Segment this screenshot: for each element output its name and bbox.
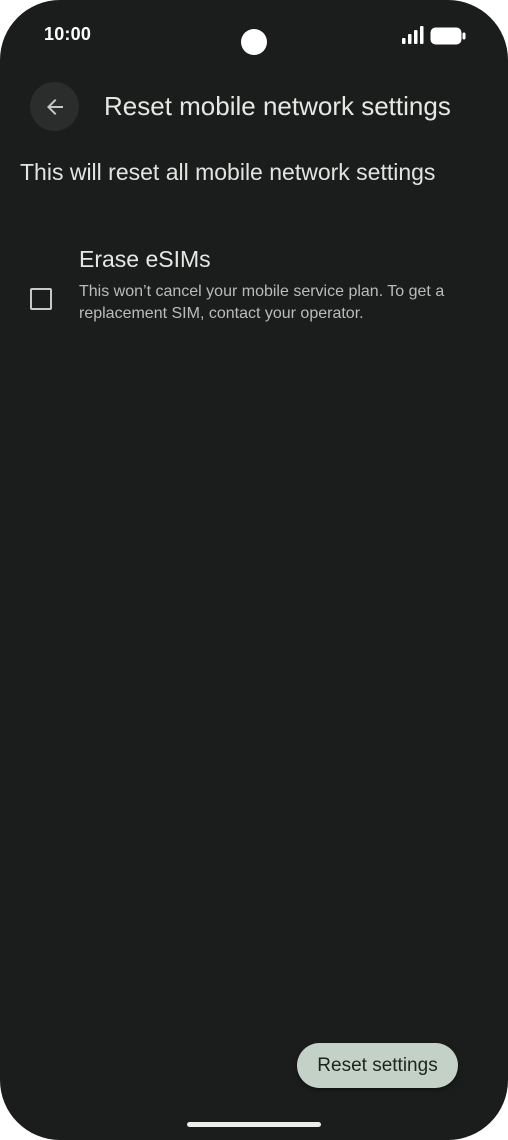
page-title: Reset mobile network settings <box>104 91 451 121</box>
camera-cutout <box>241 29 267 55</box>
description-text: This will reset all mobile network setti… <box>20 159 436 185</box>
status-time: 10:00 <box>44 24 92 44</box>
option-subtitle: This won’t cancel your mobile service pl… <box>79 283 445 322</box>
battery-icon <box>430 27 466 45</box>
reset-settings-button[interactable]: Reset settings <box>297 1043 458 1088</box>
app-bar: Reset mobile network settings <box>0 80 508 132</box>
status-bar: 10:00 <box>0 0 508 72</box>
phone-screen: 10:00 Reset mobile network settings This… <box>0 0 508 1140</box>
arrow-back-icon <box>46 98 63 115</box>
erase-esims-option[interactable]: Erase eSIMs This won’t cancel your mobil… <box>0 236 508 336</box>
erase-esims-checkbox[interactable] <box>30 288 52 310</box>
gesture-nav-handle[interactable] <box>187 1122 321 1127</box>
option-title: Erase eSIMs <box>79 246 211 272</box>
cell-signal-icon <box>402 26 424 44</box>
back-button[interactable] <box>30 82 79 131</box>
